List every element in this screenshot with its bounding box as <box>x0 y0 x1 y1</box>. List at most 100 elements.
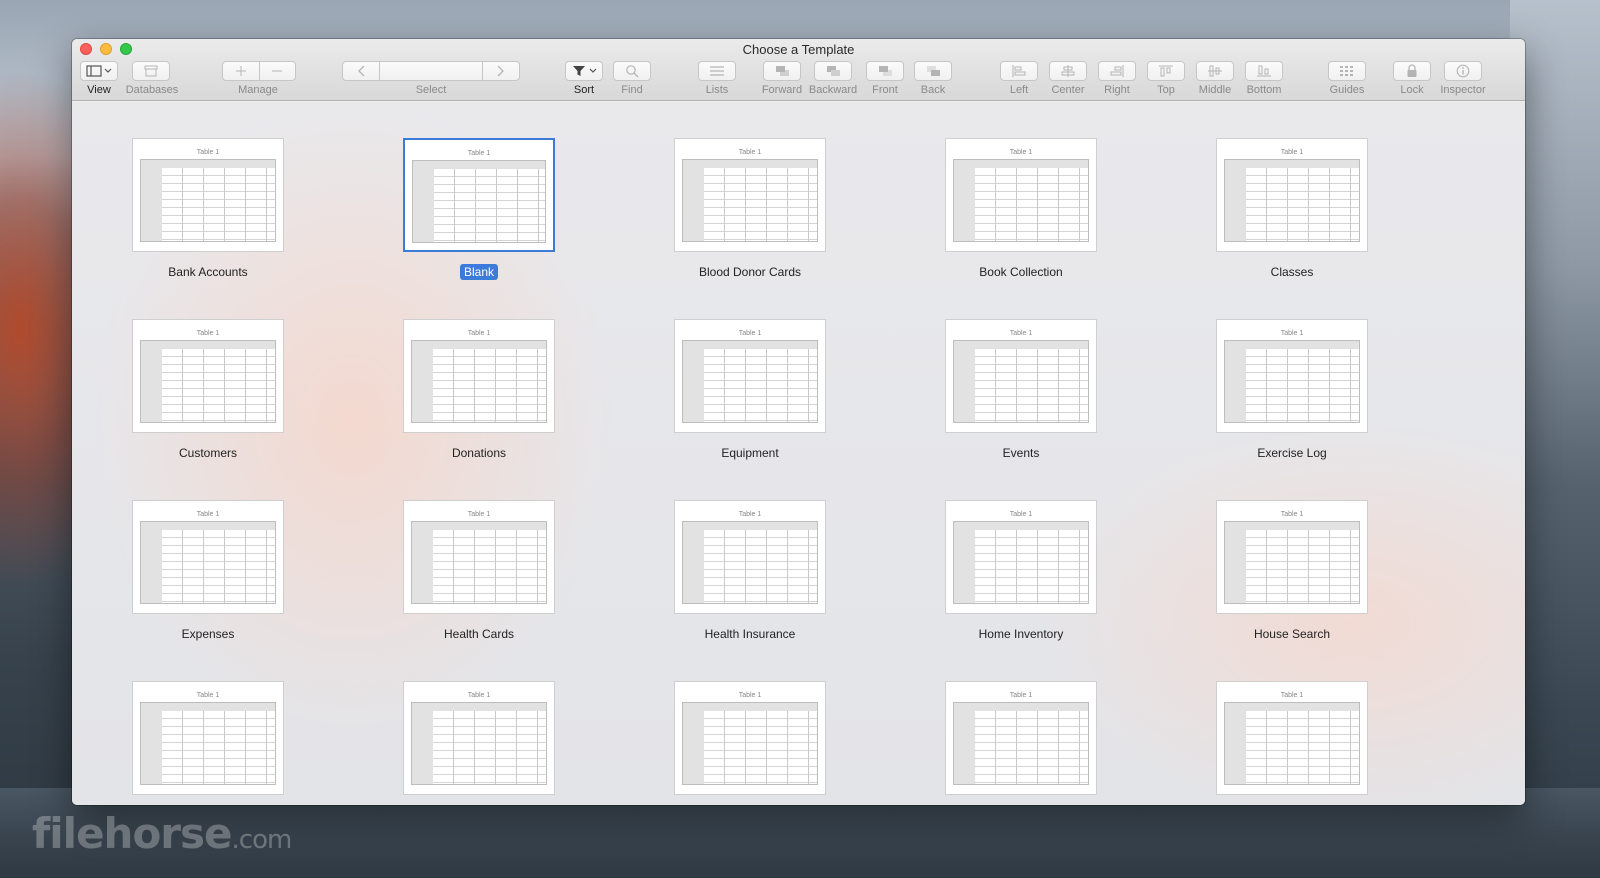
template-thumbnail[interactable]: Table 1 <box>674 138 826 252</box>
template-thumbnail[interactable]: Table 1 <box>1216 681 1368 795</box>
template-tile[interactable]: Table 1 Home Inventory <box>944 500 1098 643</box>
template-tile[interactable]: Table 1 Blank <box>402 138 556 281</box>
sort-label: Sort <box>573 84 595 96</box>
align-bottom-button[interactable] <box>1245 61 1283 81</box>
find-label: Find <box>621 84 643 96</box>
template-tile[interactable]: Table 1 Classes <box>1215 138 1369 281</box>
template-tile[interactable]: Table 1 <box>673 681 827 795</box>
template-name: Equipment <box>721 446 779 460</box>
thumbnail-table-preview <box>140 159 276 242</box>
template-tile[interactable]: Table 1 Customers <box>131 319 285 462</box>
template-thumbnail[interactable]: Table 1 <box>403 500 555 614</box>
template-name: Classes <box>1270 265 1314 279</box>
inspector-label: Inspector <box>1440 84 1486 96</box>
lock-button[interactable] <box>1393 61 1431 81</box>
align-right-icon <box>1110 65 1124 77</box>
template-name: Health Insurance <box>704 627 796 641</box>
align-center-label: Center <box>1051 84 1085 96</box>
thumbnail-table-title: Table 1 <box>1009 511 1033 518</box>
template-tile[interactable]: Table 1 Expenses <box>131 500 285 643</box>
thumbnail-table-preview <box>411 702 547 785</box>
template-name: Donations <box>451 446 507 460</box>
bring-to-front-button[interactable] <box>866 61 904 81</box>
template-thumbnail[interactable]: Table 1 <box>945 500 1097 614</box>
thumbnail-table-preview <box>1224 702 1360 785</box>
template-tile[interactable]: Table 1 <box>1215 681 1369 795</box>
template-thumbnail[interactable]: Table 1 <box>132 138 284 252</box>
search-icon <box>626 65 639 78</box>
template-chooser-window: Choose a Template View Databases Manage … <box>72 39 1525 805</box>
guides-button[interactable] <box>1328 61 1366 81</box>
thumbnail-table-preview <box>140 340 276 423</box>
manage-segmented-control[interactable] <box>222 61 296 81</box>
align-top-button[interactable] <box>1147 61 1185 81</box>
template-tile[interactable]: Table 1 Equipment <box>673 319 827 462</box>
template-thumbnail[interactable]: Table 1 <box>945 138 1097 252</box>
thumbnail-table-title: Table 1 <box>1280 330 1304 337</box>
align-top-label: Top <box>1157 84 1175 96</box>
template-tile[interactable]: Table 1 Blood Donor Cards <box>673 138 827 281</box>
send-to-back-button[interactable] <box>914 61 952 81</box>
align-center-button[interactable] <box>1049 61 1087 81</box>
databases-button[interactable] <box>132 61 170 81</box>
template-thumbnail[interactable]: Table 1 <box>403 319 555 433</box>
template-thumbnail[interactable]: Table 1 <box>132 681 284 795</box>
template-tile[interactable]: Table 1 Bank Accounts <box>131 138 285 281</box>
template-tile[interactable]: Table 1 Events <box>944 319 1098 462</box>
select-segmented-control[interactable] <box>342 61 520 81</box>
template-name: Exercise Log <box>1257 446 1327 460</box>
template-tile[interactable]: Table 1 <box>944 681 1098 795</box>
thumbnail-table-title: Table 1 <box>196 330 220 337</box>
send-backward-icon <box>827 66 840 76</box>
lists-label: Lists <box>705 84 729 96</box>
thumbnail-table-preview <box>953 159 1089 242</box>
template-thumbnail[interactable]: Table 1 <box>1216 319 1368 433</box>
front-label: Front <box>872 84 898 96</box>
align-left-label: Left <box>1009 84 1029 96</box>
template-thumbnail[interactable]: Table 1 <box>945 681 1097 795</box>
sort-button[interactable] <box>565 61 603 81</box>
find-button[interactable] <box>613 61 651 81</box>
thumbnail-table-title: Table 1 <box>196 692 220 699</box>
template-tile[interactable]: Table 1 Health Insurance <box>673 500 827 643</box>
list-icon <box>710 66 724 76</box>
thumbnail-table-preview <box>682 702 818 785</box>
align-left-icon <box>1012 65 1026 77</box>
template-tile[interactable]: Table 1 Donations <box>402 319 556 462</box>
add-button[interactable] <box>223 66 259 76</box>
inspector-button[interactable] <box>1444 61 1482 81</box>
template-tile[interactable]: Table 1 House Search <box>1215 500 1369 643</box>
template-name: Health Cards <box>443 627 515 641</box>
template-tile[interactable]: Table 1 <box>131 681 285 795</box>
send-backward-button[interactable] <box>814 61 852 81</box>
template-thumbnail[interactable]: Table 1 <box>132 500 284 614</box>
lists-button[interactable] <box>698 61 736 81</box>
align-left-button[interactable] <box>1000 61 1038 81</box>
select-previous-button[interactable] <box>343 65 379 77</box>
toolbar: Choose a Template View Databases Manage … <box>72 39 1525 101</box>
view-button[interactable] <box>80 61 118 81</box>
template-name: Home Inventory <box>978 627 1064 641</box>
bring-forward-button[interactable] <box>763 61 801 81</box>
chevron-right-icon <box>497 65 504 77</box>
template-thumbnail[interactable]: Table 1 <box>1216 500 1368 614</box>
align-right-button[interactable] <box>1098 61 1136 81</box>
template-tile[interactable]: Table 1 <box>402 681 556 795</box>
select-next-button[interactable] <box>483 65 519 77</box>
template-tile[interactable]: Table 1 Exercise Log <box>1215 319 1369 462</box>
template-thumbnail[interactable]: Table 1 <box>403 681 555 795</box>
template-thumbnail[interactable]: Table 1 <box>1216 138 1368 252</box>
template-name: Customers <box>178 446 237 460</box>
select-label: Select <box>415 84 447 96</box>
segment-divider <box>379 62 380 80</box>
remove-button[interactable] <box>260 66 296 76</box>
align-middle-button[interactable] <box>1196 61 1234 81</box>
template-tile[interactable]: Table 1 Book Collection <box>944 138 1098 281</box>
template-thumbnail[interactable]: Table 1 <box>403 138 555 252</box>
template-tile[interactable]: Table 1 Health Cards <box>402 500 556 643</box>
template-thumbnail[interactable]: Table 1 <box>674 500 826 614</box>
template-thumbnail[interactable]: Table 1 <box>674 681 826 795</box>
template-thumbnail[interactable]: Table 1 <box>674 319 826 433</box>
template-thumbnail[interactable]: Table 1 <box>945 319 1097 433</box>
template-thumbnail[interactable]: Table 1 <box>132 319 284 433</box>
